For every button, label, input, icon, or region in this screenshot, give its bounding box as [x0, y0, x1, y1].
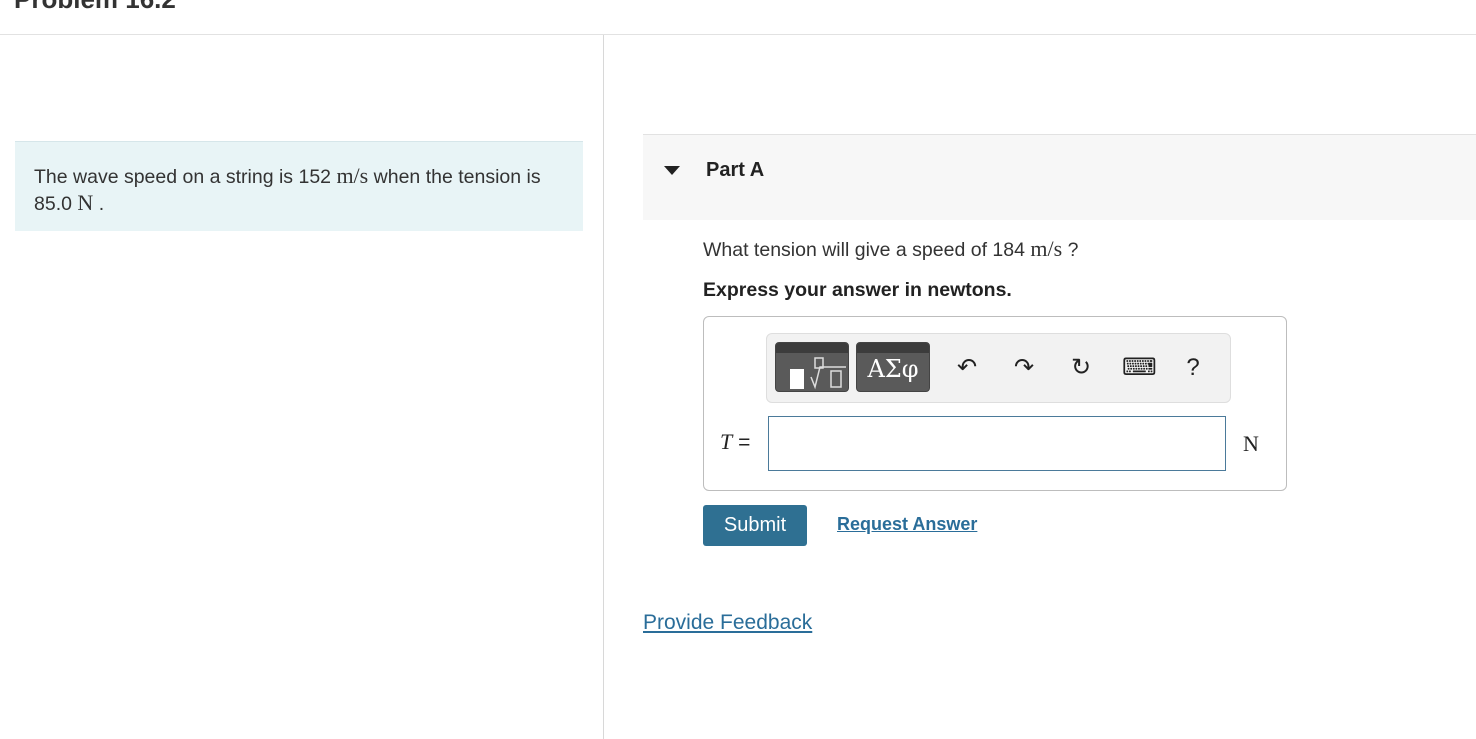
problem-header: Problem 16.2 — [0, 0, 1476, 35]
symbols-button-band — [857, 343, 929, 353]
answer-box: ΑΣφ ↶ ↷ ↻ ⌨ ? T = N — [703, 316, 1287, 491]
math-toolbar: ΑΣφ ↶ ↷ ↻ ⌨ ? — [766, 333, 1231, 403]
submit-button[interactable]: Submit — [703, 505, 807, 546]
context-tension-unit: N — [77, 190, 94, 215]
equals-sign: = — [738, 431, 751, 454]
answer-instruction: Express your answer in newtons. — [703, 279, 1012, 301]
answer-unit: N — [1243, 431, 1259, 456]
help-icon[interactable]: ? — [1177, 352, 1209, 384]
reset-icon[interactable]: ↻ — [1065, 352, 1097, 384]
context-tension-value: 85.0 — [34, 193, 72, 215]
keyboard-icon[interactable]: ⌨ — [1122, 352, 1157, 384]
variable-symbol: T — [720, 429, 733, 454]
templates-icon — [790, 357, 846, 390]
context-speed-unit: m/s — [336, 163, 369, 188]
answer-variable-label: T = — [720, 429, 750, 455]
greek-symbols-icon: ΑΣφ — [867, 355, 919, 383]
question-unit: m/s — [1030, 236, 1063, 261]
question-text-before: What tension will give a speed of 184 — [703, 239, 1025, 261]
caret-down-icon[interactable] — [664, 166, 680, 175]
context-text-middle: when the tension is — [373, 166, 541, 188]
greek-symbols-button[interactable]: ΑΣφ — [856, 342, 930, 392]
part-title: Part A — [706, 159, 765, 181]
redo-icon[interactable]: ↷ — [1008, 352, 1040, 384]
question-end: ? — [1067, 239, 1079, 261]
problem-context: The wave speed on a string is 152 m/s wh… — [15, 141, 583, 231]
templates-button[interactable] — [775, 342, 849, 392]
problem-title: Problem 16.2 — [14, 0, 176, 15]
context-end-punct: . — [98, 193, 105, 215]
part-a-header[interactable]: Part A — [643, 134, 1476, 220]
answer-input[interactable] — [768, 416, 1226, 471]
context-text-before: The wave speed on a string is 152 — [34, 166, 332, 188]
question-text: What tension will give a speed of 184 m/… — [703, 236, 1078, 262]
undo-icon[interactable]: ↶ — [951, 352, 983, 384]
request-answer-link[interactable]: Request Answer — [837, 514, 977, 535]
provide-feedback-link[interactable]: Provide Feedback — [643, 611, 812, 635]
